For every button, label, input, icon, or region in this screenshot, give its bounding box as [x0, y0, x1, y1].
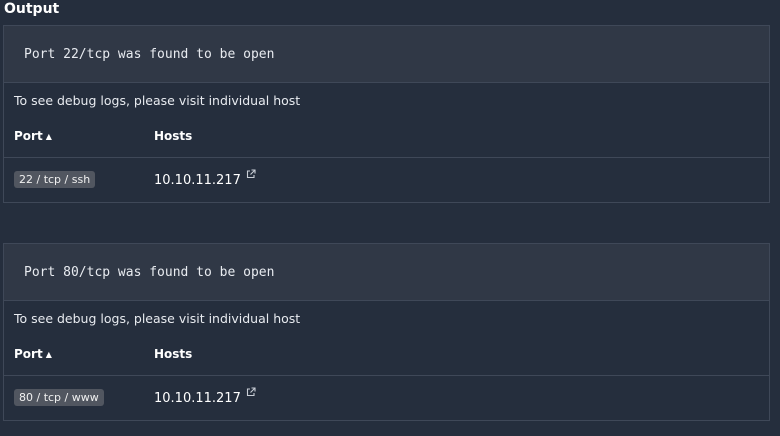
- column-header-port[interactable]: Port ▲: [14, 129, 52, 143]
- port-badge: 22 / tcp / ssh: [14, 171, 96, 188]
- port-badge: 80 / tcp / www: [14, 389, 104, 406]
- column-header-hosts[interactable]: Hosts: [154, 347, 192, 361]
- column-label-port: Port: [14, 129, 43, 143]
- sort-ascending-icon: ▲: [45, 350, 52, 359]
- column-label-port: Port: [14, 347, 43, 361]
- table-header: Port ▲ Hosts: [4, 337, 769, 376]
- host-link[interactable]: 10.10.11.217: [154, 391, 241, 406]
- table-row: 22 / tcp / ssh 10.10.11.217: [4, 158, 769, 203]
- finding-panel: Port 22/tcp was found to be open To see …: [3, 25, 770, 203]
- host-link[interactable]: 10.10.11.217: [154, 173, 241, 188]
- finding-panel: Port 80/tcp was found to be open To see …: [3, 243, 770, 421]
- sort-ascending-icon: ▲: [45, 132, 52, 141]
- finding-header: Port 22/tcp was found to be open: [4, 26, 769, 83]
- column-header-hosts[interactable]: Hosts: [154, 129, 192, 143]
- debug-note: To see debug logs, please visit individu…: [14, 93, 301, 108]
- external-link-icon[interactable]: [246, 387, 256, 397]
- finding-message: Port 22/tcp was found to be open: [24, 46, 275, 62]
- output-section-title: Output: [4, 1, 60, 17]
- table-row: 80 / tcp / www 10.10.11.217: [4, 376, 769, 421]
- finding-header: Port 80/tcp was found to be open: [4, 244, 769, 301]
- table-header: Port ▲ Hosts: [4, 119, 769, 158]
- finding-message: Port 80/tcp was found to be open: [24, 264, 275, 280]
- column-header-port[interactable]: Port ▲: [14, 347, 52, 361]
- debug-note: To see debug logs, please visit individu…: [14, 311, 301, 326]
- external-link-icon[interactable]: [246, 169, 256, 179]
